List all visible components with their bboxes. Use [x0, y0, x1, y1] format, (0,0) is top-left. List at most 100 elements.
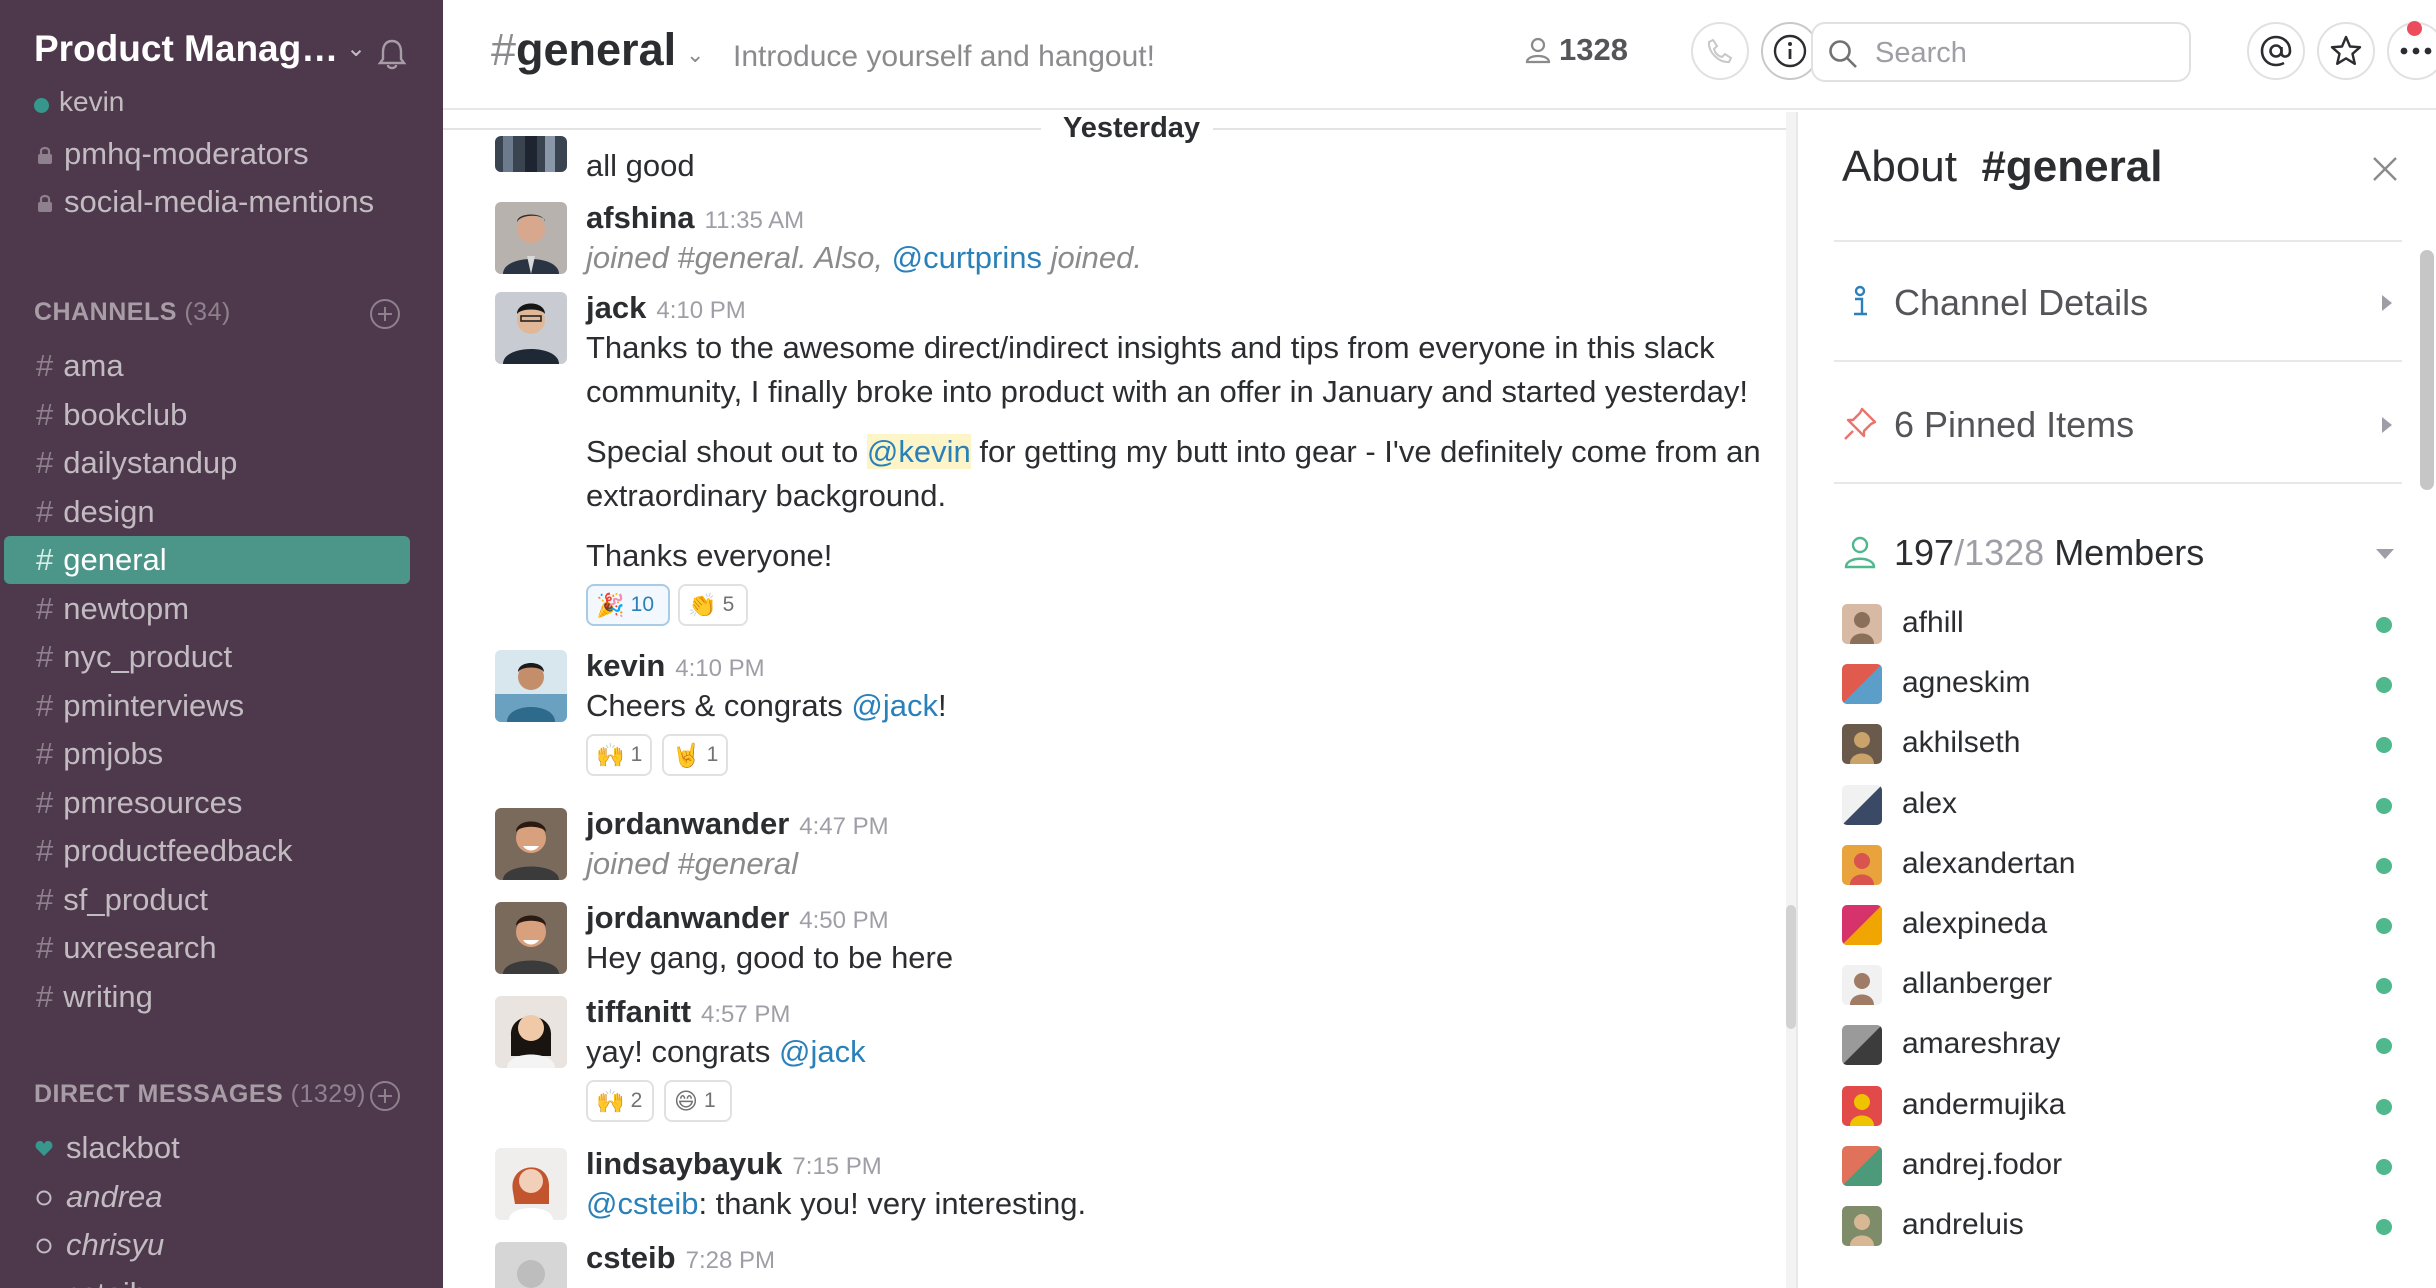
- member-item-amareshray[interactable]: amareshray: [1842, 1017, 2402, 1073]
- members-section[interactable]: 197/1328 Members: [1834, 512, 2402, 592]
- close-icon[interactable]: [2368, 152, 2402, 186]
- avatar[interactable]: [495, 202, 567, 274]
- message-author[interactable]: jordanwander 4:47 PM: [586, 806, 889, 842]
- member-count-button[interactable]: 1328: [1525, 32, 1628, 68]
- reaction-raised-hands[interactable]: 🙌 2: [586, 1080, 654, 1122]
- message-timestamp[interactable]: 4:10 PM: [675, 655, 764, 682]
- message-scrollbar-thumb[interactable]: [1786, 905, 1796, 1029]
- message-author[interactable]: csteib 7:28 PM: [586, 1240, 775, 1276]
- message-timestamp[interactable]: 7:15 PM: [792, 1153, 881, 1180]
- avatar[interactable]: [495, 996, 567, 1068]
- message-timestamp[interactable]: 7:28 PM: [686, 1247, 775, 1274]
- user-mention[interactable]: @curtprins: [892, 240, 1042, 275]
- member-item-afhill[interactable]: afhill: [1842, 596, 2402, 652]
- sidebar-channel-bookclub[interactable]: # bookclub: [4, 391, 410, 439]
- sidebar-channel-general[interactable]: # general: [4, 536, 410, 584]
- sidebar-channel-nyc-product[interactable]: # nyc_product: [4, 633, 410, 681]
- member-avatar: [1842, 784, 1882, 825]
- text-segment: : thank you! very interesting.: [698, 1186, 1087, 1221]
- avatar[interactable]: [495, 292, 567, 364]
- member-item-alexandertan[interactable]: alexandertan: [1842, 837, 2402, 893]
- channel-details-section[interactable]: Channel Details: [1834, 262, 2402, 342]
- reaction-smile[interactable]: 😄 1: [664, 1080, 732, 1122]
- message-author[interactable]: kevin 4:10 PM: [586, 648, 765, 684]
- author-name: afshina: [586, 200, 695, 235]
- team-name[interactable]: Product Manag…: [34, 28, 338, 70]
- member-item-alex[interactable]: alex: [1842, 777, 2402, 833]
- channels-heading[interactable]: CHANNELS (34): [34, 298, 231, 338]
- call-button[interactable]: [1691, 22, 1749, 80]
- sidebar-channel-uxresearch[interactable]: # uxresearch: [4, 924, 410, 972]
- reaction-clap[interactable]: 👏 5: [678, 584, 748, 626]
- message-author[interactable]: jordanwander 4:50 PM: [586, 900, 889, 936]
- chevron-down-icon[interactable]: ⌄: [686, 42, 704, 68]
- member-item-alexpineda[interactable]: alexpineda: [1842, 897, 2402, 953]
- dm-item-chrisyu[interactable]: chrisyu: [34, 1227, 164, 1271]
- message-timestamp[interactable]: 4:57 PM: [701, 1001, 790, 1028]
- chevron-down-icon[interactable]: ⌄: [346, 34, 366, 63]
- message-timestamp[interactable]: 11:35 AM: [705, 207, 805, 234]
- dm-item-slackbot[interactable]: slackbot: [34, 1130, 180, 1174]
- search-box[interactable]: [1811, 22, 2191, 82]
- message-author[interactable]: jack 4:10 PM: [586, 290, 746, 326]
- mentions-button[interactable]: [2247, 22, 2305, 80]
- private-channel-social-media-mentions[interactable]: social-media-mentions: [34, 184, 374, 228]
- sidebar-channel-ama[interactable]: # ama: [4, 342, 410, 390]
- avatar[interactable]: [495, 1148, 567, 1220]
- sidebar-channel-dailystandup[interactable]: # dailystandup: [4, 439, 410, 487]
- member-item-agneskim[interactable]: agneskim: [1842, 656, 2402, 712]
- bell-icon[interactable]: [372, 34, 412, 74]
- avatar[interactable]: [495, 650, 567, 722]
- dm-item-andrea[interactable]: andrea: [34, 1179, 163, 1223]
- user-mention[interactable]: @csteib: [586, 1186, 698, 1221]
- sidebar-channel-sf-product[interactable]: # sf_product: [4, 876, 410, 924]
- member-item-andreluis[interactable]: andreluis: [1842, 1198, 2402, 1254]
- user-mention[interactable]: @jack: [851, 688, 938, 723]
- starred-button[interactable]: [2317, 22, 2375, 80]
- sidebar-channel-productfeedback[interactable]: # productfeedback: [4, 827, 410, 875]
- user-mention[interactable]: @jack: [779, 1034, 866, 1069]
- sidebar-channel-pmjobs[interactable]: # pmjobs: [4, 730, 410, 778]
- member-item-allanberger[interactable]: allanberger: [1842, 957, 2402, 1013]
- message-timestamp[interactable]: 4:50 PM: [799, 907, 888, 934]
- member-item-andrej-fodor[interactable]: andrej.fodor: [1842, 1138, 2402, 1194]
- reaction-raised-hands[interactable]: 🙌 1: [586, 734, 652, 776]
- message-text: @csteib: thank you! very interesting.: [586, 1186, 1086, 1222]
- avatar[interactable]: [495, 808, 567, 880]
- panel-scrollbar-thumb[interactable]: [2420, 250, 2434, 490]
- pinned-items-label: 6 Pinned Items: [1894, 404, 2135, 445]
- direct-messages-heading[interactable]: DIRECT MESSAGES (1329): [34, 1080, 366, 1120]
- message-author[interactable]: tiffanitt 4:57 PM: [586, 994, 790, 1030]
- clap-emoji-icon: 👏: [688, 591, 717, 618]
- private-channel-pmhq-moderators[interactable]: pmhq-moderators: [34, 136, 309, 180]
- message-timestamp[interactable]: 4:47 PM: [799, 813, 888, 840]
- message-author[interactable]: afshina 11:35 AM: [586, 200, 804, 236]
- channel-title[interactable]: #general: [491, 24, 676, 76]
- panel-divider: [1834, 240, 2402, 242]
- message-timestamp[interactable]: 4:10 PM: [656, 297, 745, 324]
- avatar[interactable]: [495, 902, 567, 974]
- dm-item-csteib[interactable]: csteib: [34, 1276, 147, 1288]
- member-item-andermujika[interactable]: andermujika: [1842, 1078, 2402, 1134]
- avatar[interactable]: [495, 1242, 567, 1288]
- channel-label: ama: [63, 348, 124, 383]
- self-mention[interactable]: @kevin: [866, 434, 971, 469]
- reaction-metal[interactable]: 🤘 1: [662, 734, 728, 776]
- member-item-akhilseth[interactable]: akhilseth: [1842, 716, 2402, 772]
- sidebar-channel-newtopm[interactable]: # newtopm: [4, 585, 410, 633]
- search-input[interactable]: [1875, 34, 2175, 72]
- add-channel-icon[interactable]: [368, 297, 402, 331]
- member-avatar: [1842, 1206, 1882, 1246]
- channel-topic[interactable]: Introduce yourself and hangout!: [733, 40, 1155, 74]
- reaction-tada[interactable]: 🎉 10: [586, 584, 670, 626]
- message-scrollbar[interactable]: [1786, 112, 1796, 1288]
- message-author[interactable]: lindsaybayuk 7:15 PM: [586, 1146, 882, 1182]
- sidebar-channel-writing[interactable]: # writing: [4, 973, 410, 1021]
- sidebar-channel-design[interactable]: # design: [4, 488, 410, 536]
- presence-away-icon: [36, 1238, 52, 1254]
- sidebar-channel-pmresources[interactable]: # pmresources: [4, 779, 410, 827]
- add-dm-icon[interactable]: [368, 1079, 402, 1113]
- team-menu[interactable]: Product Manag… ⌄: [34, 28, 414, 78]
- sidebar-channel-pminterviews[interactable]: # pminterviews: [4, 682, 410, 730]
- pinned-items-section[interactable]: 6 Pinned Items: [1834, 384, 2402, 464]
